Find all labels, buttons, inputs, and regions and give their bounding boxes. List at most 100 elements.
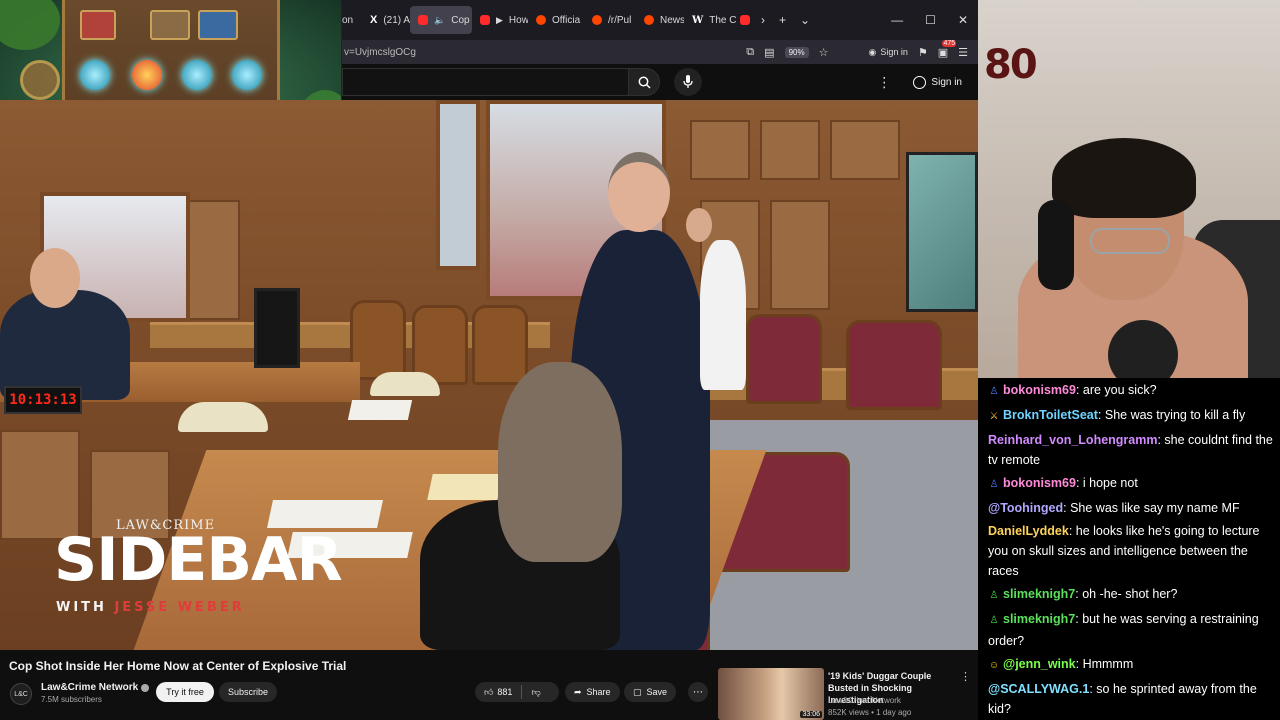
browser-tab[interactable] (736, 6, 754, 34)
chat-username[interactable]: @jenn_wink (1003, 657, 1076, 671)
youtube-favicon-icon (418, 15, 428, 25)
browser-tab[interactable]: /r/Pul (584, 6, 636, 34)
browser-tab[interactable]: News (636, 6, 684, 34)
url-bar[interactable]: v=UvjmcslgOCg (342, 47, 746, 58)
browser-tab[interactable]: X (21) A (362, 6, 410, 34)
tab-label: The C (709, 14, 736, 26)
browser-nav-bar: v=UvjmcslgOCg ⧉ ▤ 90% ☆ ◉ Sign in ⚑ ▣ 475… (342, 39, 978, 64)
chat-message: ⚔ BroknToiletSeat: She was trying to kill… (988, 405, 1274, 427)
save-button[interactable]: ▢ Save (624, 682, 677, 702)
voice-search-button[interactable] (674, 68, 702, 96)
channel-avatar[interactable]: L&C (10, 683, 32, 705)
bankers-lamp (178, 402, 268, 432)
chat-message: @Toohinged: She was like say my name MF (988, 498, 1274, 518)
youtube-sign-in-button[interactable]: Sign in (913, 75, 962, 89)
chat-text: : are you sick? (1075, 383, 1157, 397)
person-icon: ♙ (989, 386, 999, 397)
courtroom-clock: 10:13:13 (4, 386, 82, 414)
court-officer (700, 240, 746, 390)
more-actions-icon[interactable]: ⋯ (688, 682, 708, 702)
chat-message: ♙ slimeknigh7: but he was serving a restr… (988, 609, 1274, 651)
extensions-icon[interactable]: ⚑ (918, 46, 928, 59)
settings-kebab-icon[interactable]: ⋮ (877, 74, 891, 91)
person-plus-icon: ♙ (989, 590, 999, 601)
paper (347, 400, 413, 420)
hamburger-menu-icon[interactable]: ☰ (958, 46, 968, 59)
recommended-channel: Law&Crime Network (828, 696, 901, 705)
tab-list-chevron-icon[interactable]: ⌄ (793, 13, 817, 27)
youtube-favicon-icon (740, 15, 750, 25)
streamer-glasses (1090, 228, 1170, 254)
streamer-webcam: 80 (978, 0, 1280, 378)
bookmark-star-icon[interactable]: ☆ (819, 46, 829, 59)
zoom-level[interactable]: 90% (784, 46, 809, 58)
browser-tab-active[interactable]: 🔈 Cop × (410, 6, 472, 34)
chat-username[interactable]: slimeknigh7 (1003, 587, 1075, 601)
chat-username[interactable]: slimeknigh7 (1003, 612, 1075, 626)
save-label: Save (646, 687, 668, 697)
game-card-slot (150, 10, 190, 40)
browser-tab[interactable]: W The C (684, 6, 736, 34)
game-card-slot (80, 10, 116, 40)
chat-message: ☺ @jenn_wink: Hmmmm (988, 654, 1274, 676)
share-button[interactable]: ➦ Share (565, 682, 620, 702)
new-tab-icon[interactable]: + (772, 13, 793, 27)
youtube-header: ⋮ Sign in (342, 64, 978, 100)
browser-tab[interactable]: on (342, 6, 362, 34)
close-window-icon[interactable]: ✕ (958, 13, 968, 27)
wall-panel (830, 120, 900, 180)
chat-username[interactable]: bokonism69 (1003, 383, 1076, 397)
paper (427, 474, 503, 500)
minimize-window-icon[interactable]: — (891, 13, 903, 27)
chat-text: : Hmmmm (1075, 657, 1134, 671)
search-button[interactable] (628, 68, 660, 96)
subscribe-button[interactable]: Subscribe (219, 682, 277, 702)
extension-icon[interactable]: ▣ 475 (938, 39, 957, 59)
video-player[interactable]: 10:13:13 LAW&CRIME SIDEBAR WITH JESSE WE… (0, 100, 978, 650)
tab-label: /r/Pul (608, 14, 632, 26)
recommended-thumbnail[interactable]: 33:06 (718, 668, 824, 720)
search-input[interactable] (342, 68, 628, 96)
recommended-kebab-icon[interactable]: ⋮ (960, 670, 971, 683)
account-button[interactable]: ◉ Sign in (868, 47, 907, 58)
like-count: 881 (497, 687, 513, 697)
reddit-favicon-icon (536, 15, 546, 25)
chat-username[interactable]: Reinhard_von_Lohengramm (988, 433, 1157, 447)
sidebar-logo: SIDEBAR (54, 525, 343, 595)
chat-username[interactable]: DanielLyddek (988, 524, 1069, 538)
logo-subtitle-name: JESSE WEBER (114, 600, 245, 615)
wall-number-decal: 80 (984, 42, 1038, 88)
share-arrow-icon: ➦ (574, 686, 582, 697)
tab-label: on (342, 14, 354, 26)
play-circle-icon: ▶ (496, 14, 503, 25)
like-button[interactable]: 👍︎ 881 (475, 682, 521, 702)
tab-label: Cop (451, 14, 470, 26)
try-free-button[interactable]: Try it free (156, 682, 214, 702)
thumbs-down-icon: 👎︎ (531, 686, 541, 697)
chat-username[interactable]: @SCALLYWAG.1 (988, 682, 1089, 696)
save-playlist-icon: ▢ (633, 686, 642, 697)
chair (846, 320, 942, 410)
wall-panel (690, 120, 750, 180)
channel-name[interactable]: Law&Crime Network (41, 682, 150, 693)
browser-tab[interactable]: ▶ How a (472, 6, 528, 34)
chat-text: : oh -he- shot her? (1075, 587, 1178, 601)
chat-username[interactable]: @Toohinged (988, 501, 1063, 515)
game-orb (182, 60, 212, 90)
chat-username[interactable]: bokonism69 (1003, 476, 1076, 490)
maximize-window-icon[interactable]: ☐ (925, 13, 936, 27)
tab-label: News (660, 14, 684, 26)
subscriber-count: 7.5M subscribers (41, 695, 102, 704)
tab-scroll-right-icon[interactable]: › (754, 13, 772, 27)
person-plus-icon: ♙ (989, 615, 999, 626)
dislike-button[interactable]: 👎︎ (522, 682, 549, 702)
person-head (686, 208, 712, 242)
courtroom-window (436, 100, 480, 270)
chat-message: Reinhard_von_Lohengramm: she couldnt fin… (988, 430, 1274, 470)
chat-username[interactable]: BroknToiletSeat (1003, 408, 1098, 422)
youtube-sign-in-label: Sign in (931, 76, 962, 88)
picture-in-picture-icon[interactable]: ⧉ (746, 46, 754, 59)
video-info-bar: Cop Shot Inside Her Home Now at Center o… (0, 650, 978, 720)
browser-tab[interactable]: Officia (528, 6, 584, 34)
reader-view-icon[interactable]: ▤ (764, 46, 774, 59)
